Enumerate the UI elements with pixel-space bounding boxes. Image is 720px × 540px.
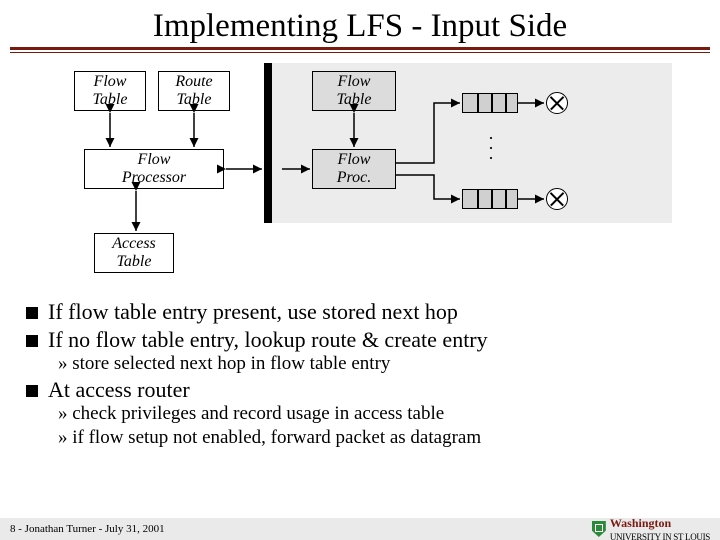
bullet-square-icon — [26, 385, 38, 397]
flow-table-box: Flow Table — [74, 71, 146, 111]
bullet-list: If flow table entry present, use stored … — [0, 293, 720, 449]
queue-bottom — [462, 189, 518, 209]
bullet-3-text: At access router — [48, 377, 190, 403]
bullet-1-text: If flow table entry present, use stored … — [48, 299, 458, 325]
university-name: Washington — [610, 516, 671, 530]
bullet-2-text: If no flow table entry, lookup route & c… — [48, 327, 488, 353]
access-table-box: Access Table — [94, 233, 174, 273]
crossbar-icon-2 — [546, 188, 568, 210]
flow-table2-box: Flow Table — [312, 71, 396, 111]
bullet-square-icon — [26, 335, 38, 347]
slide: Implementing LFS - Input Side Flow Table… — [0, 0, 720, 540]
footer-left: 8 - Jonathan Turner - July 31, 2001 — [10, 523, 165, 535]
bullet-3: At access router — [24, 377, 696, 403]
vdots-icon: ··· — [486, 133, 496, 163]
footer: 8 - Jonathan Turner - July 31, 2001 Wash… — [0, 518, 720, 540]
university-logo: Washington UNIVERSITY IN ST LOUIS — [592, 516, 710, 540]
queue-top — [462, 93, 518, 113]
bullet-square-icon — [26, 307, 38, 319]
slide-title: Implementing LFS - Input Side — [0, 0, 720, 47]
bullet-3b: » if flow setup not enabled, forward pac… — [58, 427, 696, 449]
architecture-diagram: Flow Table Route Table Flow Processor Ac… — [24, 63, 696, 293]
separator-bar — [264, 63, 272, 223]
bullet-2a: » store selected next hop in flow table … — [58, 353, 696, 375]
route-table-box: Route Table — [158, 71, 230, 111]
shield-icon — [592, 521, 606, 537]
bullet-1: If flow table entry present, use stored … — [24, 299, 696, 325]
bullet-3a: » check privileges and record usage in a… — [58, 403, 696, 425]
bullet-2: If no flow table entry, lookup route & c… — [24, 327, 696, 353]
flow-processor-box: Flow Processor — [84, 149, 224, 189]
title-rule — [0, 47, 720, 53]
university-sub: UNIVERSITY IN ST LOUIS — [610, 532, 710, 540]
flow-proc2-box: Flow Proc. — [312, 149, 396, 189]
crossbar-icon — [546, 92, 568, 114]
